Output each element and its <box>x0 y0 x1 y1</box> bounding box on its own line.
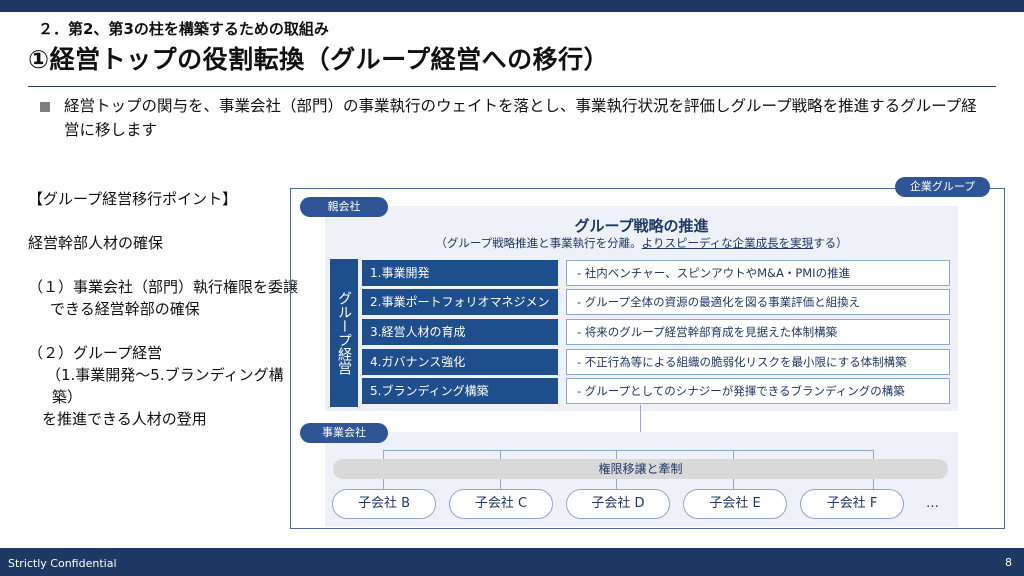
square-bullet-icon <box>40 102 50 112</box>
footer-bar: Strictly Confidential 8 <box>0 548 1024 576</box>
strategy-subtitle: （グループ戦略推進と事業執行を分離。よりスピーディな企業成長を実現する） <box>325 235 958 251</box>
summary-bullet: 経営トップの関与を、事業会社（部門）の事業執行のウェイトを落とし、事業執行状況を… <box>40 94 990 142</box>
title-divider <box>28 86 996 87</box>
item-desc-5: - グループとしてのシナジーが発揮できるブランディングの構築 <box>566 378 950 404</box>
branch-line <box>383 450 873 451</box>
subsidiary-e: 子会社 E <box>683 489 787 519</box>
points-item1: （１）事業会社（部門）執行権限を委譲できる経営幹部の確保 <box>28 278 299 318</box>
item-desc-2: - グループ全体の資源の最適化を図る事業評価と組換え <box>566 289 950 315</box>
item-desc-3: - 将来のグループ経営幹部育成を見据えた体制構築 <box>566 319 950 345</box>
points-item2c: を推進できる人材の登用 <box>42 410 207 428</box>
subsidiary-d: 子会社 D <box>566 489 670 519</box>
strategy-subtitle-emphasis: よりスピーディな企業成長を実現 <box>641 236 814 250</box>
authority-bar: 権限移譲と牽制 <box>333 459 948 479</box>
item-box-3: 3.経営人材の育成 <box>362 319 558 345</box>
item-desc-4: - 不正行為等による組織の脆弱化リスクを最小限にする体制構築 <box>566 349 950 375</box>
summary-text: 経営トップの関与を、事業会社（部門）の事業執行のウェイトを落とし、事業執行状況を… <box>64 97 977 139</box>
points-heading: 【グループ経営移行ポイント】 <box>28 190 238 208</box>
strategy-title: グループ戦略の推進 <box>574 217 709 235</box>
business-badge: 事業会社 <box>300 423 388 443</box>
top-bar <box>0 0 1024 12</box>
more-subsidiaries: … <box>926 496 939 511</box>
transition-points: 【グループ経営移行ポイント】 経営幹部人材の確保 （１）事業会社（部門）執行権限… <box>28 188 298 430</box>
item-box-2: 2.事業ポートフォリオマネジメント <box>362 289 558 335</box>
item-box-5: 5.ブランディング構築 <box>362 378 558 404</box>
section-heading: ２．第2、第3の柱を構築するための取組み <box>38 20 329 38</box>
subsidiary-b: 子会社 B <box>332 489 436 519</box>
group-management-label: グループ経営 <box>330 259 358 407</box>
strategy-subtitle-pre: （グループ戦略推進と事業執行を分離。 <box>435 236 642 250</box>
strategy-subtitle-post: する） <box>813 236 848 250</box>
group-badge: 企業グループ <box>895 177 990 197</box>
points-item2b: （1.事業開発～5.ブランディング構築） <box>46 366 284 406</box>
points-line1: 経営幹部人材の確保 <box>28 234 164 252</box>
item-box-1: 1.事業開発 <box>362 260 558 286</box>
points-item2a: （２）グループ経営 <box>28 344 163 362</box>
subsidiary-f: 子会社 F <box>800 489 904 519</box>
item-box-4: 4.ガバナンス強化 <box>362 349 558 375</box>
page-number: 8 <box>1005 556 1012 569</box>
confidential-label: Strictly Confidential <box>8 557 117 570</box>
parent-badge: 親会社 <box>300 197 388 217</box>
item-desc-1: - 社内ベンチャー、スピンアウトやM&A・PMIの推進 <box>566 260 950 286</box>
page-title: ①経営トップの役割転換（グループ経営への移行） <box>28 45 610 74</box>
subsidiary-c: 子会社 C <box>449 489 553 519</box>
